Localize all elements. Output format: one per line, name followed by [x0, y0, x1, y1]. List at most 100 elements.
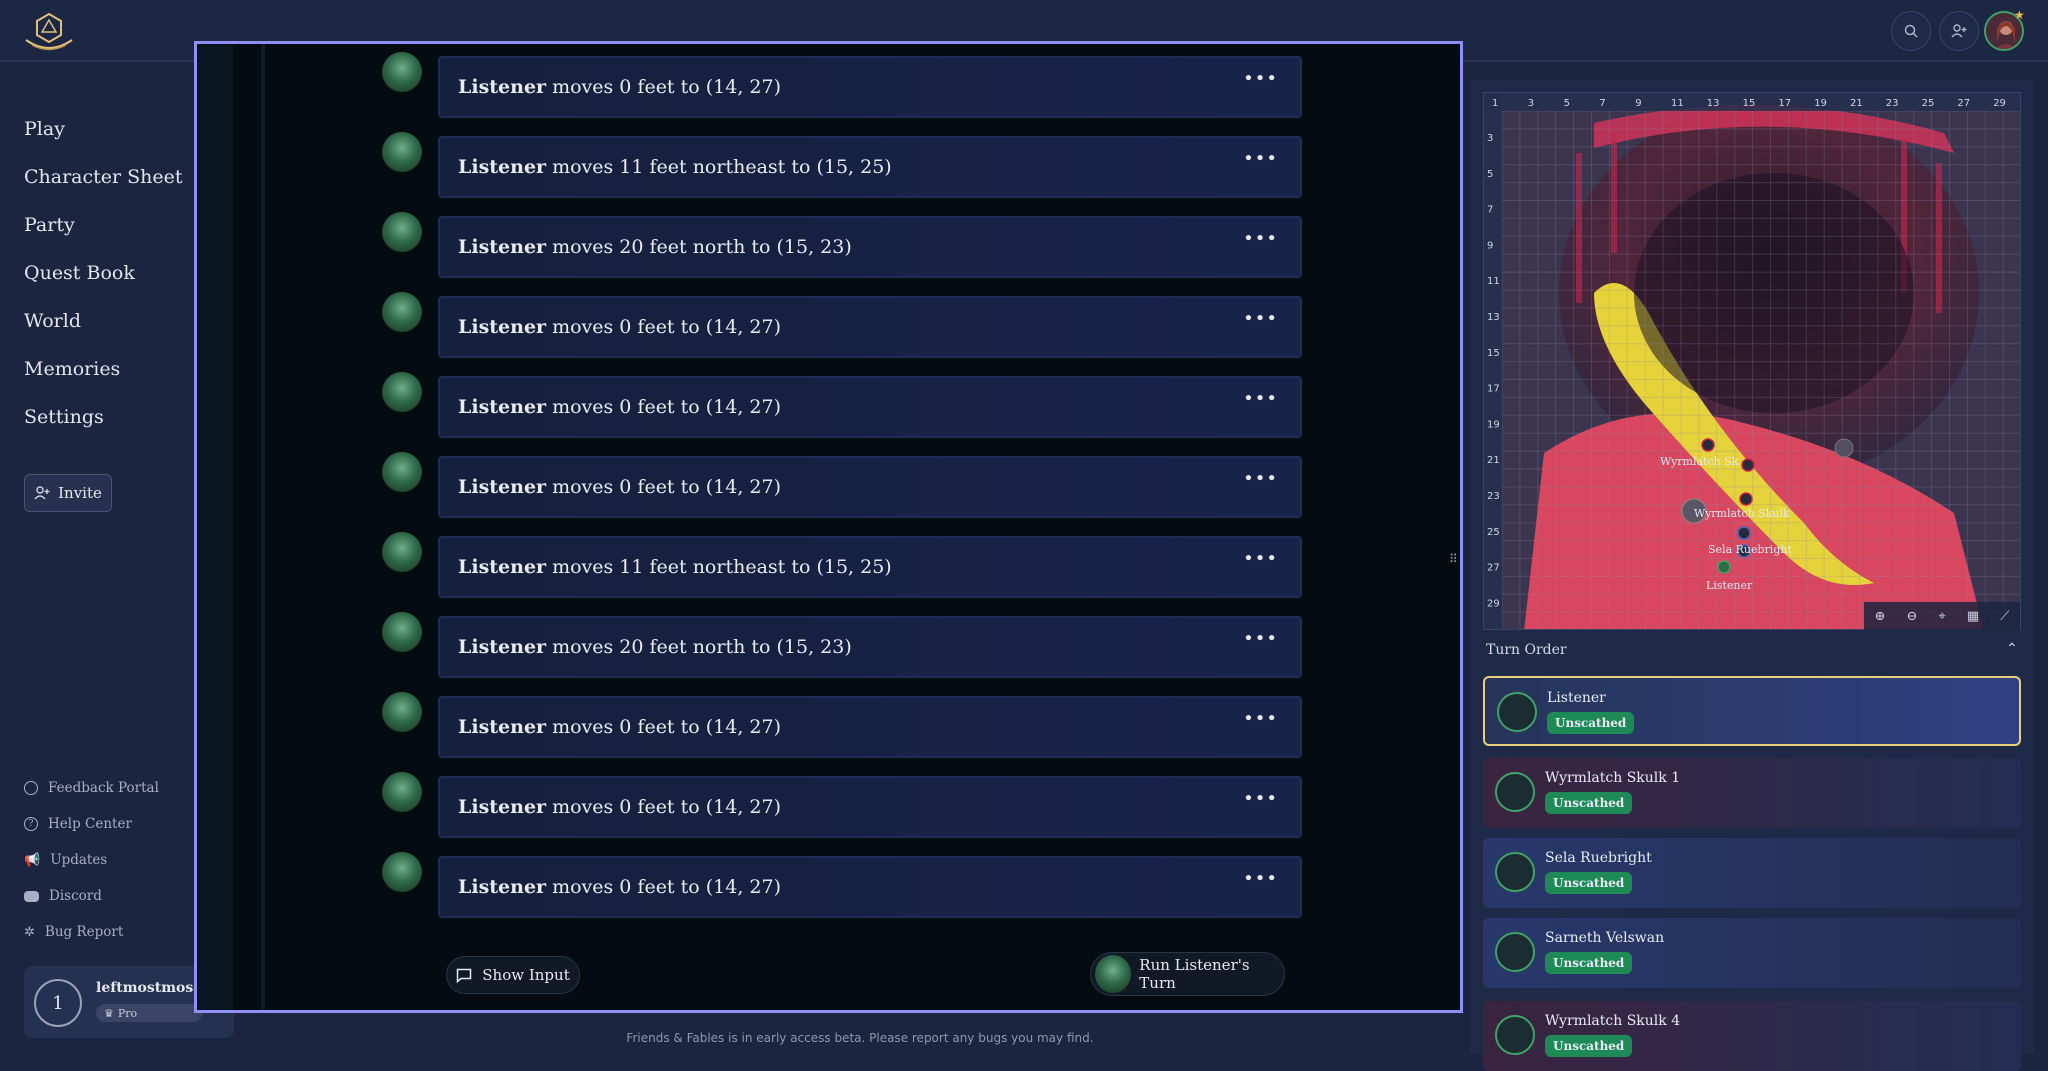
message-bubble: Listener moves 0 feet to (14, 27) ••• [438, 56, 1302, 118]
message-bubble: Listener moves 20 feet north to (15, 23) •… [438, 216, 1302, 278]
chat-bubble-icon [24, 781, 38, 795]
map-row-label: 7 [1487, 205, 1493, 216]
more-horizontal-icon[interactable]: ••• [1243, 68, 1278, 89]
combatant-avatar [1495, 772, 1535, 812]
help-center-link[interactable]: ? Help Center [24, 816, 132, 832]
d20-crest-icon[interactable] [22, 12, 76, 52]
listener-avatar[interactable] [382, 132, 422, 172]
listener-avatar[interactable] [382, 852, 422, 892]
user-initial-avatar: 1 [34, 979, 82, 1027]
chat-message: Listener moves 0 feet to (14, 27) ••• [195, 52, 1462, 118]
plan-badge: ♛ Pro [96, 1004, 202, 1022]
nav-world[interactable]: World [24, 310, 81, 332]
chat-log-panel: Listener moves 0 feet to (14, 27) ••• Liste… [195, 42, 1462, 1012]
show-input-button[interactable]: Show Input [446, 956, 580, 994]
turn-order-entry[interactable]: Wyrmlatch Skulk 1 Unscathed [1483, 758, 2021, 828]
megaphone-icon: 📢 [24, 852, 41, 868]
bug-report-link[interactable]: ✲ Bug Report [24, 924, 123, 940]
battle-map-canvas: 1 3 5 7 9 11 13 15 17 19 21 23 25 27 29 35791113151719… [1484, 93, 2020, 629]
chat-message: Listener moves 0 feet to (14, 27) ••• [195, 692, 1462, 758]
bug-report-label: Bug Report [44, 924, 124, 940]
discord-link[interactable]: Discord [24, 888, 102, 904]
add-user-button[interactable] [1939, 11, 1979, 51]
turn-order-entry[interactable]: Listener Unscathed [1483, 676, 2021, 746]
map-row-label: 25 [1487, 527, 1500, 538]
ruler-icon[interactable]: ⟋ [2000, 609, 2009, 624]
map-column-label: 27 [1957, 98, 1970, 109]
listener-avatar[interactable] [382, 532, 422, 572]
listener-avatar[interactable] [382, 372, 422, 412]
user-name: leftmostmoss [96, 980, 202, 996]
message-actor: Listener [458, 796, 547, 818]
battle-map[interactable]: 1 3 5 7 9 11 13 15 17 19 21 23 25 27 29 3 5 7 9 11 13 15 17 19… [1483, 92, 2021, 630]
message-actor: Listener [458, 316, 547, 338]
zoom-out-icon[interactable]: ⊖ [1907, 609, 1918, 624]
combatant-avatar [1495, 1015, 1535, 1055]
more-horizontal-icon[interactable]: ••• [1243, 148, 1278, 169]
message-actor: Listener [458, 716, 547, 738]
turn-order-entry[interactable]: Wyrmlatch Skulk 4 Unscathed [1483, 1001, 2021, 1071]
map-column-label: 7 [1599, 98, 1605, 109]
message-bubble: Listener moves 0 feet to (14, 27) ••• [438, 456, 1302, 518]
add-user-icon [1951, 24, 1967, 38]
nav-quest-book[interactable]: Quest Book [24, 262, 135, 284]
nav-character-sheet[interactable]: Character Sheet [24, 166, 183, 188]
feedback-portal-link[interactable]: Feedback Portal [24, 780, 159, 796]
nav-settings[interactable]: Settings [24, 406, 104, 428]
listener-avatar[interactable] [382, 612, 422, 652]
bug-icon: ✲ [24, 924, 35, 940]
message-actor: Listener [458, 156, 547, 178]
more-horizontal-icon[interactable]: ••• [1243, 788, 1278, 809]
map-column-label: 3 [1528, 98, 1534, 109]
listener-avatar[interactable] [382, 52, 422, 92]
listener-avatar[interactable] [382, 452, 422, 492]
listener-avatar[interactable] [382, 692, 422, 732]
message-bubble: Listener moves 0 feet to (14, 27) ••• [438, 696, 1302, 758]
map-column-label: 5 [1564, 98, 1570, 109]
map-column-label: 25 [1922, 98, 1935, 109]
more-horizontal-icon[interactable]: ••• [1243, 468, 1278, 489]
plan-label: Pro [117, 1006, 138, 1020]
chat-message: Listener moves 20 feet north to (15, 23) •… [195, 612, 1462, 678]
more-horizontal-icon[interactable]: ••• [1243, 308, 1278, 329]
map-column-label: 29 [1993, 98, 2006, 109]
more-horizontal-icon[interactable]: ••• [1243, 228, 1278, 249]
resize-handle-icon[interactable]: ⠿ [1449, 552, 1458, 566]
invite-label: Invite [58, 484, 102, 502]
message-bubble: Listener moves 20 feet north to (15, 23) •… [438, 616, 1302, 678]
search-button[interactable] [1891, 11, 1931, 51]
turn-order-entry[interactable]: Sarneth Velswan Unscathed [1483, 918, 2021, 988]
nav-party[interactable]: Party [24, 214, 75, 236]
map-column-label: 1 [1492, 98, 1498, 109]
grid-icon[interactable]: ▦ [1967, 609, 1979, 624]
map-row-label: 9 [1487, 240, 1493, 251]
run-turn-button[interactable]: Run Listener's Turn [1090, 952, 1285, 996]
focus-icon[interactable]: ⌖ [1939, 609, 1946, 624]
listener-avatar[interactable] [382, 292, 422, 332]
message-text: moves 0 feet to (14, 27) [552, 796, 781, 818]
turn-order-title: Turn Order [1486, 642, 1567, 658]
map-row-label: 3 [1487, 133, 1493, 144]
more-horizontal-icon[interactable]: ••• [1243, 628, 1278, 649]
crown-icon: ♛ [104, 1006, 114, 1020]
nav-play[interactable]: Play [24, 118, 65, 140]
chevron-up-icon[interactable]: ⌃ [2006, 641, 2018, 657]
message-text: moves 0 feet to (14, 27) [552, 76, 781, 98]
status-badge: Unscathed [1545, 872, 1633, 894]
turn-order-entry[interactable]: Sela Ruebright Unscathed [1483, 838, 2021, 908]
discord-icon [24, 890, 39, 902]
updates-link[interactable]: 📢 Updates [24, 852, 107, 868]
more-horizontal-icon[interactable]: ••• [1243, 388, 1278, 409]
nav-memories[interactable]: Memories [24, 358, 120, 380]
more-horizontal-icon[interactable]: ••• [1243, 708, 1278, 729]
combatant-avatar [1495, 852, 1535, 892]
message-bubble: Listener moves 0 feet to (14, 27) ••• [438, 376, 1302, 438]
help-circle-icon: ? [24, 817, 38, 831]
add-user-icon [34, 486, 50, 500]
more-horizontal-icon[interactable]: ••• [1243, 868, 1278, 889]
listener-avatar[interactable] [382, 212, 422, 252]
zoom-in-icon[interactable]: ⊕ [1875, 609, 1886, 624]
more-horizontal-icon[interactable]: ••• [1243, 548, 1278, 569]
listener-avatar[interactable] [382, 772, 422, 812]
invite-button[interactable]: Invite [24, 474, 112, 512]
